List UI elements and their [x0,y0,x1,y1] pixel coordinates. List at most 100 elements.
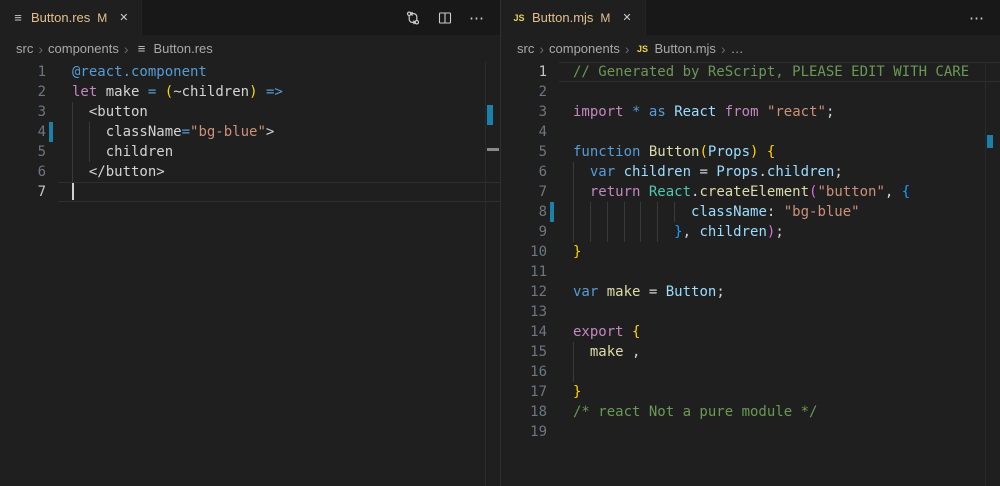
code-line[interactable]: 9 }, children); [501,222,1000,242]
breadcrumb-label: components [48,41,119,56]
line-number: 4 [501,122,547,142]
code-token [156,84,164,100]
line-number: 6 [0,162,46,182]
breadcrumb-item[interactable]: JSButton.mjs [635,41,716,57]
code-token: ; [716,284,724,300]
code-token [716,104,724,120]
code-token: } [573,384,581,400]
breadcrumb-item[interactable]: src [16,41,33,56]
ruler-modified-marker [987,135,993,148]
breadcrumb-left: src › components › ≡Button.res [0,35,500,62]
editor-actions-right: ⋯ [968,0,1000,35]
code-line[interactable]: 3import * as React from "react"; [501,102,1000,122]
code-token: ~children [173,84,249,100]
code-line[interactable]: 12var make = Button; [501,282,1000,302]
code-token: ; [834,164,842,180]
close-icon[interactable]: ✕ [116,9,131,26]
code-token [573,344,590,360]
code-token: let [72,84,97,100]
modified-badge: M [97,11,107,25]
code-token [139,84,147,100]
code-line[interactable]: 6 var children = Props.children; [501,162,1000,182]
code-token: , [624,344,641,360]
code-token: "bg-blue" [784,204,860,220]
code-line[interactable]: 7 return React.createElement("button", { [501,182,1000,202]
code-line[interactable]: 2let make = (~children) => [0,82,500,102]
line-number: 12 [501,282,547,302]
open-changes-icon[interactable] [404,9,422,27]
code-line[interactable]: 14export { [501,322,1000,342]
code-line[interactable]: 4 className="bg-blue"> [0,122,500,142]
line-content: className="bg-blue"> [72,122,274,142]
more-actions-icon[interactable]: ⋯ [468,9,486,27]
overview-ruler[interactable] [985,62,1000,486]
code-line[interactable]: 17} [501,382,1000,402]
breadcrumb-item[interactable]: src [517,41,534,56]
code-line[interactable]: 3 <button [0,102,500,122]
code-token: Button [649,144,700,160]
indent-guide [607,222,608,242]
code-line[interactable]: 11 [501,262,1000,282]
breadcrumb-item[interactable]: components [48,41,119,56]
code-token [598,284,606,300]
line-content: export { [573,322,640,342]
indent-guide [590,222,591,242]
code-token: ( [699,144,707,160]
code-line[interactable]: 16 [501,362,1000,382]
code-line[interactable]: 5function Button(Props) { [501,142,1000,162]
code-token: var [573,284,598,300]
close-icon[interactable]: ✕ [619,9,634,26]
tab-button-mjs[interactable]: JS Button.mjs M ✕ [501,0,646,35]
code-token: import [573,104,624,120]
code-token: "bg-blue" [190,124,266,140]
code-line[interactable]: 15 make , [501,342,1000,362]
code-token: , [683,224,700,240]
breadcrumb-item[interactable]: … [731,41,744,56]
code-editor-mjs[interactable]: 1// Generated by ReScript, PLEASE EDIT W… [501,62,1000,486]
code-editor-res[interactable]: 1@react.component2let make = (~children)… [0,62,500,486]
code-line[interactable]: 13 [501,302,1000,322]
code-token: Button [666,284,717,300]
code-line[interactable]: 2 [501,82,1000,102]
code-line[interactable]: 19 [501,422,1000,442]
breadcrumb-item[interactable]: components [549,41,620,56]
line-number: 8 [501,202,547,222]
line-number: 6 [501,162,547,182]
code-token: <button [72,104,148,120]
breadcrumb-separator-icon: › [124,41,129,57]
indent-guide [573,342,574,362]
code-line[interactable]: 10} [501,242,1000,262]
breadcrumb-separator-icon: › [38,41,43,57]
line-number: 17 [501,382,547,402]
code-line[interactable]: 18/* react Not a pure module */ [501,402,1000,422]
line-content: // Generated by ReScript, PLEASE EDIT WI… [573,62,969,82]
line-number: 1 [0,62,46,82]
code-line[interactable]: 1@react.component [0,62,500,82]
code-line[interactable]: 5 children [0,142,500,162]
code-line[interactable]: 1// Generated by ReScript, PLEASE EDIT W… [501,62,1000,82]
file-icon: ≡ [134,41,150,57]
code-token: "button" [817,184,884,200]
code-token [640,144,648,160]
code-token [666,104,674,120]
breadcrumb-label: Button.mjs [655,41,716,56]
code-token: { [767,144,775,160]
code-line[interactable]: 4 [501,122,1000,142]
overview-ruler[interactable] [485,62,500,486]
breadcrumb-item[interactable]: ≡Button.res [134,41,213,57]
line-number: 18 [501,402,547,422]
line-number: 2 [501,82,547,102]
more-actions-icon[interactable]: ⋯ [968,9,986,27]
line-content [72,182,74,202]
code-line[interactable]: 8 className: "bg-blue" [501,202,1000,222]
indent-guide [72,162,73,182]
code-token: . [758,164,766,180]
code-line[interactable]: 7 [0,182,500,202]
code-token: // Generated by ReScript, PLEASE EDIT WI… [573,64,969,80]
split-editor-icon[interactable] [436,9,454,27]
code-token [97,84,105,100]
code-token [573,184,590,200]
tab-button-res[interactable]: ≡ Button.res M ✕ [0,0,142,35]
code-line[interactable]: 6 </button> [0,162,500,182]
code-token: Props [708,144,750,160]
